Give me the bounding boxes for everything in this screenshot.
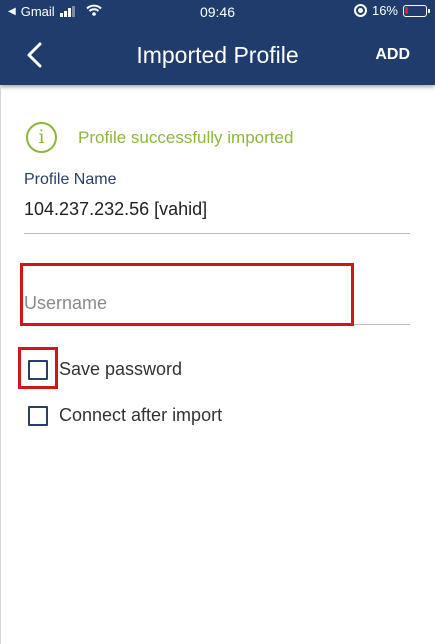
connect-after-import-checkbox[interactable]	[28, 405, 48, 426]
battery-icon	[403, 4, 430, 17]
info-circle-icon: i	[26, 122, 57, 153]
app-header: ◀ Gmail 09:46 16% Imported Profile ADD	[0, 0, 435, 85]
profile-name-value: 104.237.232.56 [vahid]	[24, 199, 208, 219]
left-border	[0, 85, 1, 644]
save-password-option[interactable]: Save password	[28, 359, 182, 380]
profile-name-label: Profile Name	[24, 171, 117, 188]
add-button[interactable]: ADD	[375, 43, 410, 67]
username-input[interactable]	[24, 288, 410, 318]
status-bar: ◀ Gmail 09:46 16%	[0, 0, 435, 24]
username-divider	[24, 324, 410, 325]
battery-percent: 16%	[371, 3, 398, 18]
success-message: Profile successfully imported	[78, 127, 294, 147]
connect-after-import-label[interactable]: Connect after import	[59, 405, 222, 426]
success-alert: i Profile successfully imported	[26, 122, 293, 153]
profile-name-divider	[24, 233, 410, 234]
status-right: 16%	[353, 3, 430, 18]
save-password-checkbox[interactable]	[28, 359, 48, 380]
connect-after-import-option[interactable]: Connect after import	[28, 405, 222, 426]
page-title: Imported Profile	[136, 42, 299, 68]
save-password-label[interactable]: Save password	[59, 359, 182, 380]
orientation-lock-icon	[353, 4, 367, 17]
